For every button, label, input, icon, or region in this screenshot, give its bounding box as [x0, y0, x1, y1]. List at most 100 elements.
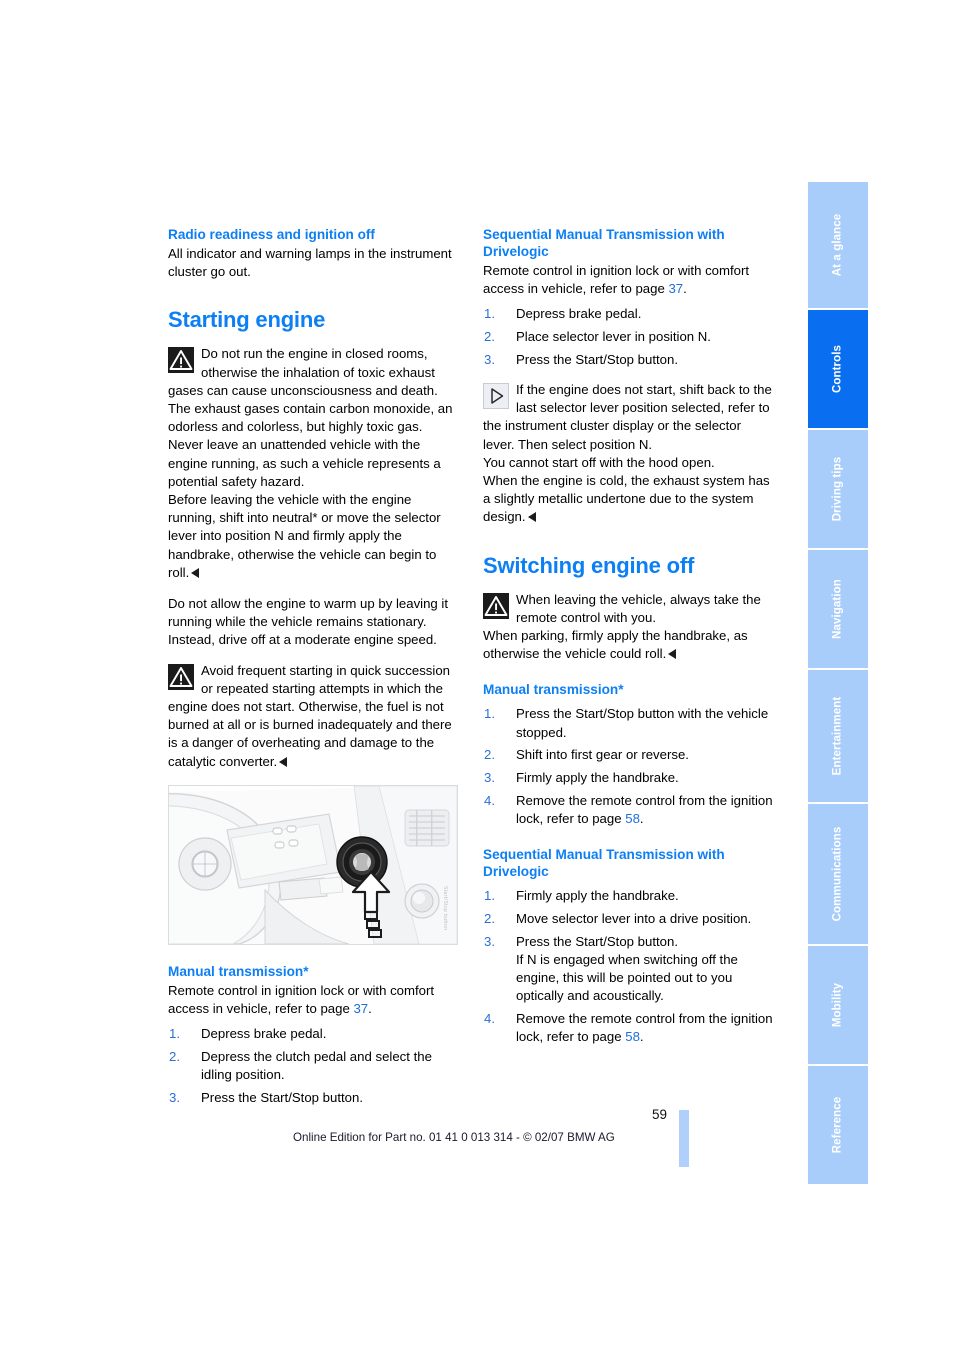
warning-triangle-icon [168, 347, 194, 374]
list-item: 1. Depress brake pedal. [483, 305, 773, 323]
step-text: Firmly apply the handbrake. [516, 770, 679, 786]
step-number: 3. [484, 770, 495, 786]
end-of-note-marker [527, 512, 536, 523]
page-reference-link-58[interactable]: 58 [625, 811, 640, 826]
page-reference-link-58[interactable]: 58 [625, 1029, 640, 1044]
step-number: 2. [484, 910, 495, 926]
step-number: 3. [484, 933, 495, 949]
page-number-bar [679, 1110, 689, 1167]
warning-text-parking-handbrake: When parking, firmly apply the handbrake… [483, 628, 748, 662]
step-text: Remove the remote control from the ignit… [516, 1010, 773, 1045]
end-of-warning-marker [668, 649, 677, 660]
list-item: 2. Shift into first gear or reverse. [483, 746, 773, 764]
sidebar-tab-label: Entertainment [831, 696, 844, 776]
list-item: 3. Press the Start/Stop button. [483, 351, 773, 369]
step-text: Press the Start/Stop button. [201, 1089, 364, 1105]
sidebar-tab-entertainment[interactable]: Entertainment [808, 670, 868, 802]
heading-radio-readiness: Radio readiness and ignition off [168, 227, 375, 242]
note-block-engine-does-not-start: If the engine does not start, shift back… [483, 381, 773, 527]
step-number: 4. [484, 1010, 495, 1026]
sidebar-tab-label: Mobility [831, 982, 844, 1028]
note-text-cold-engine: When the engine is cold, the exhaust sys… [483, 473, 770, 525]
smg-intro-text-b: . [683, 281, 687, 297]
heading-switching-engine-off: Switching engine off [483, 552, 695, 578]
steering-wheel-illustration [169, 785, 457, 944]
warning-block-closed-rooms: Do not run the engine in closed rooms, o… [168, 345, 458, 582]
paragraph-radio-readiness: All indicator and warning lamps in the i… [168, 246, 452, 280]
list-item: 1. Press the Start/Stop button with the v… [483, 705, 773, 741]
warning-text-before-leaving: Before leaving the vehicle with the engi… [168, 492, 441, 580]
step-text: Press the Start/Stop button with the veh… [516, 706, 769, 740]
heading-smg-drivelogic-off: Sequential Manual Transmission with Driv… [483, 847, 725, 880]
note-play-triangle-icon [483, 383, 509, 410]
list-item: 2. Depress the clutch pedal and select th… [168, 1048, 458, 1084]
step-number: 1. [484, 706, 495, 722]
step-number: 2. [484, 747, 495, 763]
step-number: 3. [169, 1089, 180, 1105]
warning-triangle-icon [483, 592, 509, 619]
sidebar-tab-controls[interactable]: Controls [808, 310, 868, 428]
step-number: 1. [484, 888, 495, 904]
list-item: 3. Press the Start/Stop button. If N is e… [483, 933, 773, 1006]
sidebar-tab-label: Reference [831, 1096, 844, 1154]
sidebar-tab-driving-tips[interactable]: Driving tips [808, 430, 868, 548]
step-text: Shift into first gear or reverse. [516, 747, 689, 763]
steps-manual-transmission-start: 1. Depress brake pedal. 2. Depress the clu… [168, 1025, 458, 1107]
list-item: 2. Move selector lever into a drive posit… [483, 910, 773, 928]
step-number: 1. [169, 1026, 180, 1042]
warning-text-closed-rooms: Do not run the engine in closed rooms, o… [168, 346, 453, 489]
manual-page: Radio readiness and ignition off All ind… [0, 0, 954, 1351]
steps-smg-start: 1. Depress brake pedal. 2. Place selector … [483, 305, 773, 369]
paragraph-manual-intro: Remote control in ignition lock or with … [168, 982, 458, 1018]
sidebar-tab-reference[interactable]: Reference [808, 1066, 868, 1184]
warning-triangle-icon [168, 663, 194, 690]
left-column: Radio readiness and ignition off All ind… [168, 226, 458, 1112]
list-item: 3. Press the Start/Stop button. [168, 1089, 458, 1107]
figure-watermark: Start/Stop button [442, 885, 448, 930]
step-text-end: . [639, 1029, 644, 1045]
figure-ignition-start-stop: Start/Stop button [168, 784, 458, 945]
warning-text-frequent-starting: Avoid frequent starting in quick success… [168, 662, 452, 769]
heading-starting-engine: Starting engine [168, 307, 326, 333]
step-number: 1. [484, 306, 495, 322]
paragraph-warmup: Do not allow the engine to warm up by le… [168, 596, 449, 648]
note-text-hood-open: You cannot start off with the hood open. [483, 454, 715, 470]
list-item: 4. Remove the remote control from the ign… [483, 792, 773, 828]
sidebar-tab-label: Navigation [831, 579, 844, 639]
right-column: Sequential Manual Transmission with Driv… [483, 226, 773, 1051]
step-text: Depress the clutch pedal and select the … [201, 1048, 432, 1083]
manual-intro-text-b: . [368, 1001, 372, 1017]
sidebar-tab-mobility[interactable]: Mobility [808, 946, 868, 1064]
list-item: 3. Firmly apply the handbrake. [483, 769, 773, 787]
page-number: 59 [652, 1107, 668, 1122]
sidebar-tab-label: Communications [831, 826, 844, 922]
list-item: 2. Place selector lever in position N. [483, 328, 773, 346]
page-reference-link-37[interactable]: 37 [668, 281, 683, 296]
heading-manual-transmission-off: Manual transmission* [483, 682, 624, 698]
warning-block-take-remote-control: When leaving the vehicle, always take th… [483, 591, 773, 664]
step-text: Move selector lever into a drive positio… [516, 910, 752, 926]
step-text: Press the Start/Stop button. [516, 351, 679, 367]
smg-intro-text-a: Remote control in ignition lock or with … [483, 263, 750, 297]
steps-smg-off: 1. Firmly apply the handbrake. 2. Move sel… [483, 887, 773, 1046]
paragraph-smg-intro: Remote control in ignition lock or with … [483, 262, 773, 298]
section-tabs: At a glance Controls Driving tips Navigatio… [808, 182, 868, 1186]
sidebar-tab-label: Controls [831, 344, 844, 394]
step-text: Depress brake pedal. [201, 1026, 327, 1042]
list-item: 1. Firmly apply the handbrake. [483, 887, 773, 905]
list-item: 4. Remove the remote control from the ign… [483, 1010, 773, 1046]
step-number: 3. [484, 351, 495, 367]
page-reference-link-37[interactable]: 37 [353, 1001, 368, 1016]
end-of-warning-marker [279, 756, 288, 767]
sidebar-tab-navigation[interactable]: Navigation [808, 550, 868, 668]
note-text-engine-does-not-start: If the engine does not start, shift back… [483, 382, 772, 452]
step-number: 2. [484, 329, 495, 345]
step-text: Press the Start/Stop button. If N is eng… [516, 933, 738, 1004]
step-number: 4. [484, 792, 495, 808]
steps-manual-off: 1. Press the Start/Stop button with the v… [483, 705, 773, 828]
sidebar-tab-communications[interactable]: Communications [808, 804, 868, 944]
sidebar-tab-at-a-glance[interactable]: At a glance [808, 182, 868, 308]
step-text: Remove the remote control from the ignit… [516, 792, 773, 826]
warning-block-frequent-starting: Avoid frequent starting in quick success… [168, 662, 458, 771]
footer-copyright: Online Edition for Part no. 01 41 0 013 … [293, 1131, 615, 1144]
